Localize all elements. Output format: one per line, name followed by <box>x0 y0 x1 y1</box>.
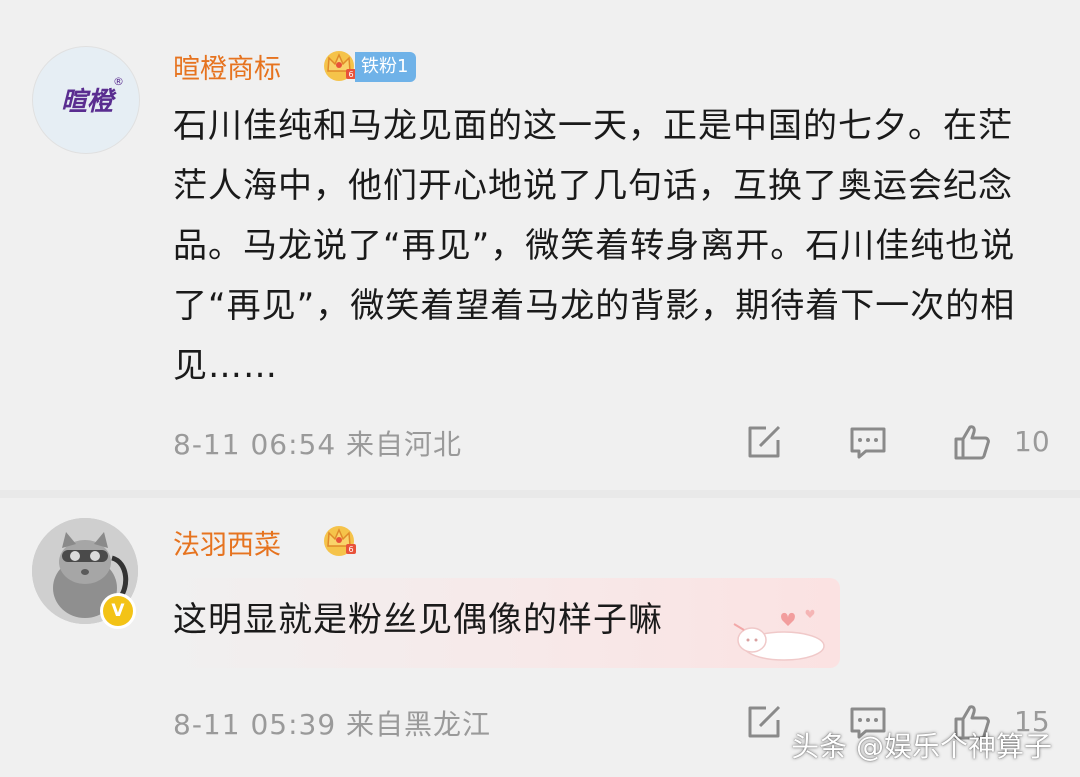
like-count: 10 <box>1014 425 1050 458</box>
svg-text:6: 6 <box>348 70 353 79</box>
comment-meta: 8-11 06:54 来自河北 <box>173 428 463 461</box>
comment-item: 暄橙 ® 暄橙商标 6 铁粉1 石川佳纯和马龙见面的这一天，正是中国的七夕。在茫… <box>0 0 1080 490</box>
crown-icon: 6 <box>324 526 356 556</box>
comment-text: 这明显就是粉丝见偶像的样子嘛 <box>173 600 663 640</box>
username[interactable]: 暄橙商标 <box>173 47 281 86</box>
thumbs-up-icon[interactable] <box>952 422 992 462</box>
registered-mark: ® <box>113 75 124 88</box>
fan-badge: 铁粉1 <box>355 52 417 82</box>
divider <box>0 490 1080 498</box>
comment-list: 暄橙 ® 暄橙商标 6 铁粉1 石川佳纯和马龙见面的这一天，正是中国的七夕。在茫… <box>0 0 1080 777</box>
svg-text:6: 6 <box>348 545 353 554</box>
share-icon[interactable] <box>744 422 784 462</box>
reply-icon[interactable] <box>848 422 888 462</box>
watermark: 头条 @娱乐个神算子 <box>791 730 1052 763</box>
share-icon[interactable] <box>744 702 784 742</box>
comment-meta: 8-11 05:39 来自黑龙江 <box>173 708 492 741</box>
comment-text: 石川佳纯和马龙见面的这一天，正是中国的七夕。在茫茫人海中，他们开心地说了几句话，… <box>173 106 1016 386</box>
username[interactable]: 法羽西菜 <box>173 523 281 562</box>
verified-badge: V <box>100 593 136 629</box>
avatar[interactable]: 暄橙 ® <box>32 46 140 154</box>
crown-icon: 6 <box>324 51 356 81</box>
